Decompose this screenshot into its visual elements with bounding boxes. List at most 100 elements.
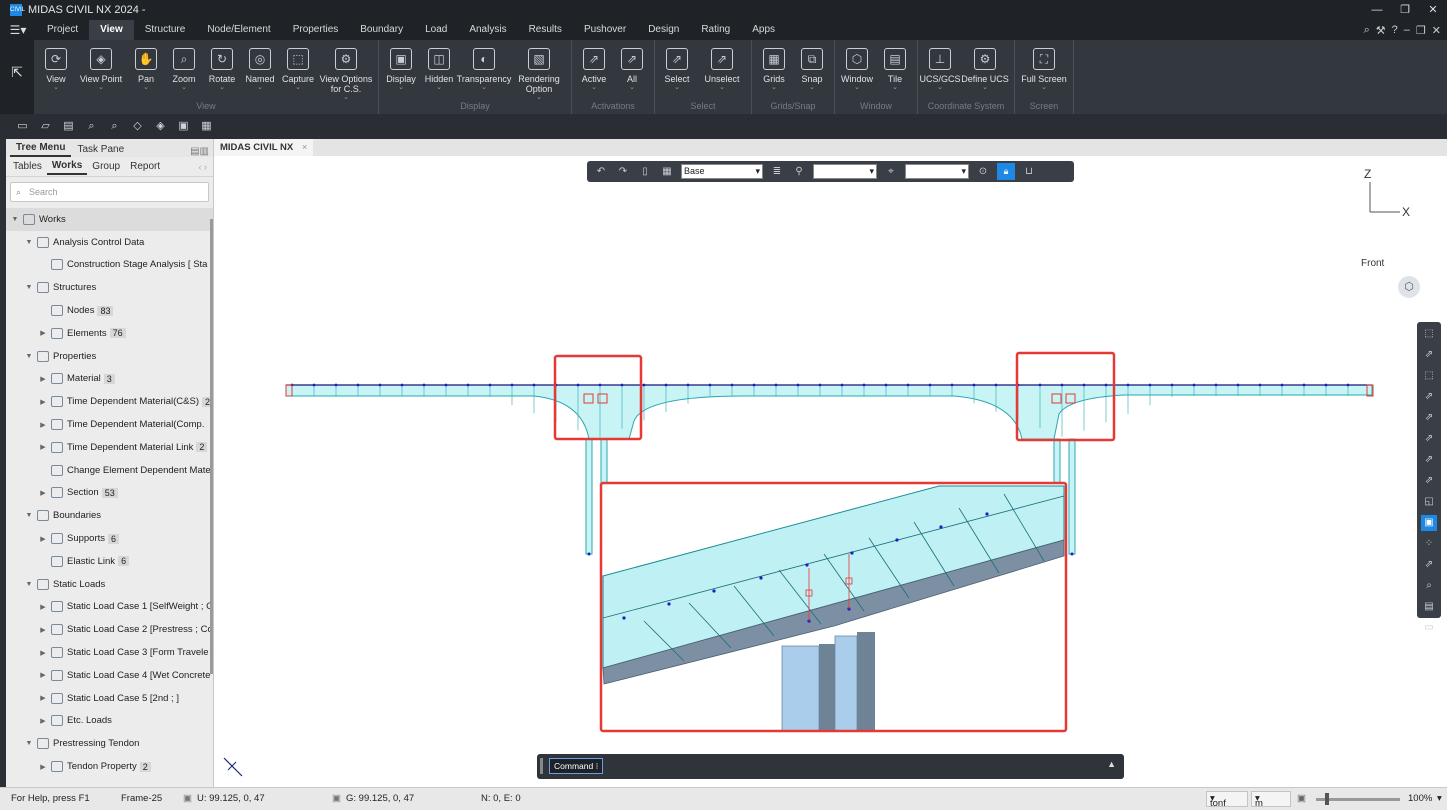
tab-tables[interactable]: Tables — [8, 159, 47, 174]
tree-item[interactable]: Construction Stage Analysis [ Sta — [6, 254, 213, 277]
tree-scrollbar[interactable] — [210, 219, 213, 674]
minimize-icon[interactable]: — — [1363, 0, 1391, 20]
search-icon[interactable]: ⌕ — [1364, 24, 1370, 37]
tools-icon[interactable]: ⚒ — [1376, 24, 1386, 37]
collapse-icon[interactable]: ▼ — [24, 512, 34, 519]
panel-layout-icon[interactable]: ▤▥ — [190, 146, 209, 157]
tree-item[interactable]: Elastic Link 6 — [6, 550, 213, 573]
tab-properties[interactable]: Properties — [282, 20, 350, 40]
tree-item[interactable]: ▶ Static Load Case 5 [2nd ; ] — [6, 687, 213, 710]
close-tab-icon[interactable]: × — [302, 142, 308, 153]
select-polygon-icon[interactable]: ⬚ — [1421, 368, 1437, 384]
expand-icon[interactable]: ▶ — [38, 398, 48, 406]
tree-item[interactable]: ▼ Static Loads — [6, 573, 213, 596]
tab-view[interactable]: View — [89, 20, 134, 40]
tree-item[interactable]: ▶ Time Dependent Material(C&S) 2 — [6, 390, 213, 413]
document-tab[interactable]: MIDAS CIVIL NX × — [214, 139, 314, 156]
tree-item[interactable]: ▶ Static Load Case 4 [Wet Concrete — [6, 664, 213, 687]
query-icon[interactable]: ⌕ — [1421, 578, 1437, 594]
collapse-icon[interactable]: ▼ — [24, 740, 34, 747]
tab-results[interactable]: Results — [518, 20, 573, 40]
zoom-slider-knob[interactable] — [1325, 793, 1329, 805]
expand-icon[interactable]: ▶ — [38, 763, 48, 771]
expand-icon[interactable]: ▶ — [38, 603, 48, 611]
model-viewport[interactable]: ↶ ↷ ▯ ▦ Base ≣ ⚲ ⌖ ⊙ 🔒︎ ⊔ Z X Front ⬡ — [214, 156, 1447, 787]
zoom-fit-icon[interactable]: ⌕ — [106, 119, 123, 134]
select-all-icon[interactable]: ⇗ — [1421, 452, 1437, 468]
restore-icon[interactable]: ❐ — [1416, 24, 1426, 37]
view-front-icon[interactable]: ▣ — [175, 119, 192, 134]
select-plane-icon[interactable]: ⇗ — [1421, 410, 1437, 426]
tree-item[interactable]: ▼ Prestressing Tendon — [6, 732, 213, 755]
tab-report[interactable]: Report — [125, 159, 165, 174]
tree-item[interactable]: ▶ Time Dependent Material Link 2 — [6, 436, 213, 459]
tree-item[interactable]: ▶ Tendon Property 2 — [6, 755, 213, 778]
restore-icon[interactable]: ❐ — [1391, 0, 1419, 20]
tab-works[interactable]: Works — [46, 158, 88, 175]
unselect-icon[interactable]: ⇗ — [1421, 557, 1437, 573]
tree-item[interactable]: ▼ Works — [6, 208, 213, 231]
expand-icon[interactable]: ▶ — [38, 649, 48, 657]
view-side-icon[interactable]: ▦ — [198, 119, 215, 134]
element-view-icon[interactable]: ▣ — [1421, 515, 1437, 531]
tree-item[interactable]: ▶ Static Load Case 2 [Prestress ; Co — [6, 618, 213, 641]
tree-item[interactable]: ▶ Section 53 — [6, 482, 213, 505]
tree-item[interactable]: ▶ Static Load Case 3 [Form Travele — [6, 641, 213, 664]
select-previous-icon[interactable]: ⇗ — [1421, 473, 1437, 489]
force-unit-select[interactable]: tonf ▾ — [1206, 791, 1248, 809]
open-file-icon[interactable]: ▱ — [37, 119, 54, 134]
collapse-icon[interactable]: ▼ — [24, 239, 34, 246]
tab-design[interactable]: Design — [637, 20, 690, 40]
command-select[interactable]: Command ⁝ — [549, 758, 604, 774]
expand-icon[interactable]: ▶ — [38, 626, 48, 634]
expand-icon[interactable]: ▶ — [38, 489, 48, 497]
tab-task-pane[interactable]: Task Pane — [71, 142, 130, 157]
hamburger-menu-icon[interactable]: ☰▾ — [0, 23, 36, 37]
tab-scroll-icon[interactable]: ‹ › — [199, 162, 208, 172]
tab-rating[interactable]: Rating — [690, 20, 741, 40]
tree-item[interactable]: ▼ Structures — [6, 276, 213, 299]
tab-node-element[interactable]: Node/Element — [196, 20, 281, 40]
expand-icon[interactable]: ▶ — [38, 443, 48, 451]
collapse-icon[interactable]: ▼ — [24, 581, 34, 588]
expand-icon[interactable]: ▶ — [38, 375, 48, 383]
expand-icon[interactable]: ▶ — [38, 535, 48, 543]
tree-item[interactable]: ▶ Static Load Case 1 [SelfWeight ; C — [6, 596, 213, 619]
ribbon-pin-icon[interactable]: ⇱ — [0, 40, 34, 114]
tree-search-input[interactable]: ⌕ Search — [10, 182, 209, 202]
minimize-icon[interactable]: – — [1404, 24, 1410, 36]
close-icon[interactable]: ✕ — [1432, 24, 1441, 37]
command-grip[interactable] — [540, 758, 543, 774]
tab-load[interactable]: Load — [414, 20, 458, 40]
select-volume-icon[interactable]: ⇗ — [1421, 431, 1437, 447]
close-icon[interactable]: ✕ — [1419, 0, 1447, 20]
display-icon[interactable]: ▤ — [1421, 599, 1437, 615]
view-top-icon[interactable]: ◈ — [152, 119, 169, 134]
tree-item[interactable]: ▼ Boundaries — [6, 504, 213, 527]
collapse-icon[interactable]: ▼ — [24, 353, 34, 360]
select-single-icon[interactable]: ⇗ — [1421, 347, 1437, 363]
tree-item[interactable]: ▼ Properties — [6, 345, 213, 368]
expand-icon[interactable]: ▶ — [38, 717, 48, 725]
length-unit-select[interactable]: m ▾ — [1251, 791, 1291, 809]
tab-apps[interactable]: Apps — [741, 20, 786, 40]
view-iso-icon[interactable]: ◇ — [129, 119, 146, 134]
node-number-icon[interactable]: ⁘ — [1421, 536, 1437, 552]
expand-icon[interactable]: ▶ — [38, 329, 48, 337]
collapse-icon[interactable]: ▼ — [24, 284, 34, 291]
tab-structure[interactable]: Structure — [134, 20, 197, 40]
select-window-icon[interactable]: ⬚ — [1421, 326, 1437, 342]
expand-icon[interactable]: ▶ — [38, 421, 48, 429]
expand-icon[interactable]: ▶ — [38, 694, 48, 702]
tree-item[interactable]: ▶ Supports 6 — [6, 527, 213, 550]
tab-boundary[interactable]: Boundary — [349, 20, 414, 40]
zoom-fit-icon[interactable]: ▣ — [1297, 793, 1306, 804]
tab-analysis[interactable]: Analysis — [458, 20, 517, 40]
collapse-icon[interactable]: ▼ — [10, 216, 20, 223]
tree-item[interactable]: ▶ Time Dependent Material(Comp. — [6, 413, 213, 436]
expand-command-icon[interactable]: ▲ — [1107, 759, 1116, 769]
select-intersect-icon[interactable]: ⇗ — [1421, 389, 1437, 405]
tree-item[interactable]: ▶ Material 3 — [6, 368, 213, 391]
save-file-icon[interactable]: ▤ — [60, 119, 77, 134]
expand-icon[interactable]: ▶ — [38, 671, 48, 679]
